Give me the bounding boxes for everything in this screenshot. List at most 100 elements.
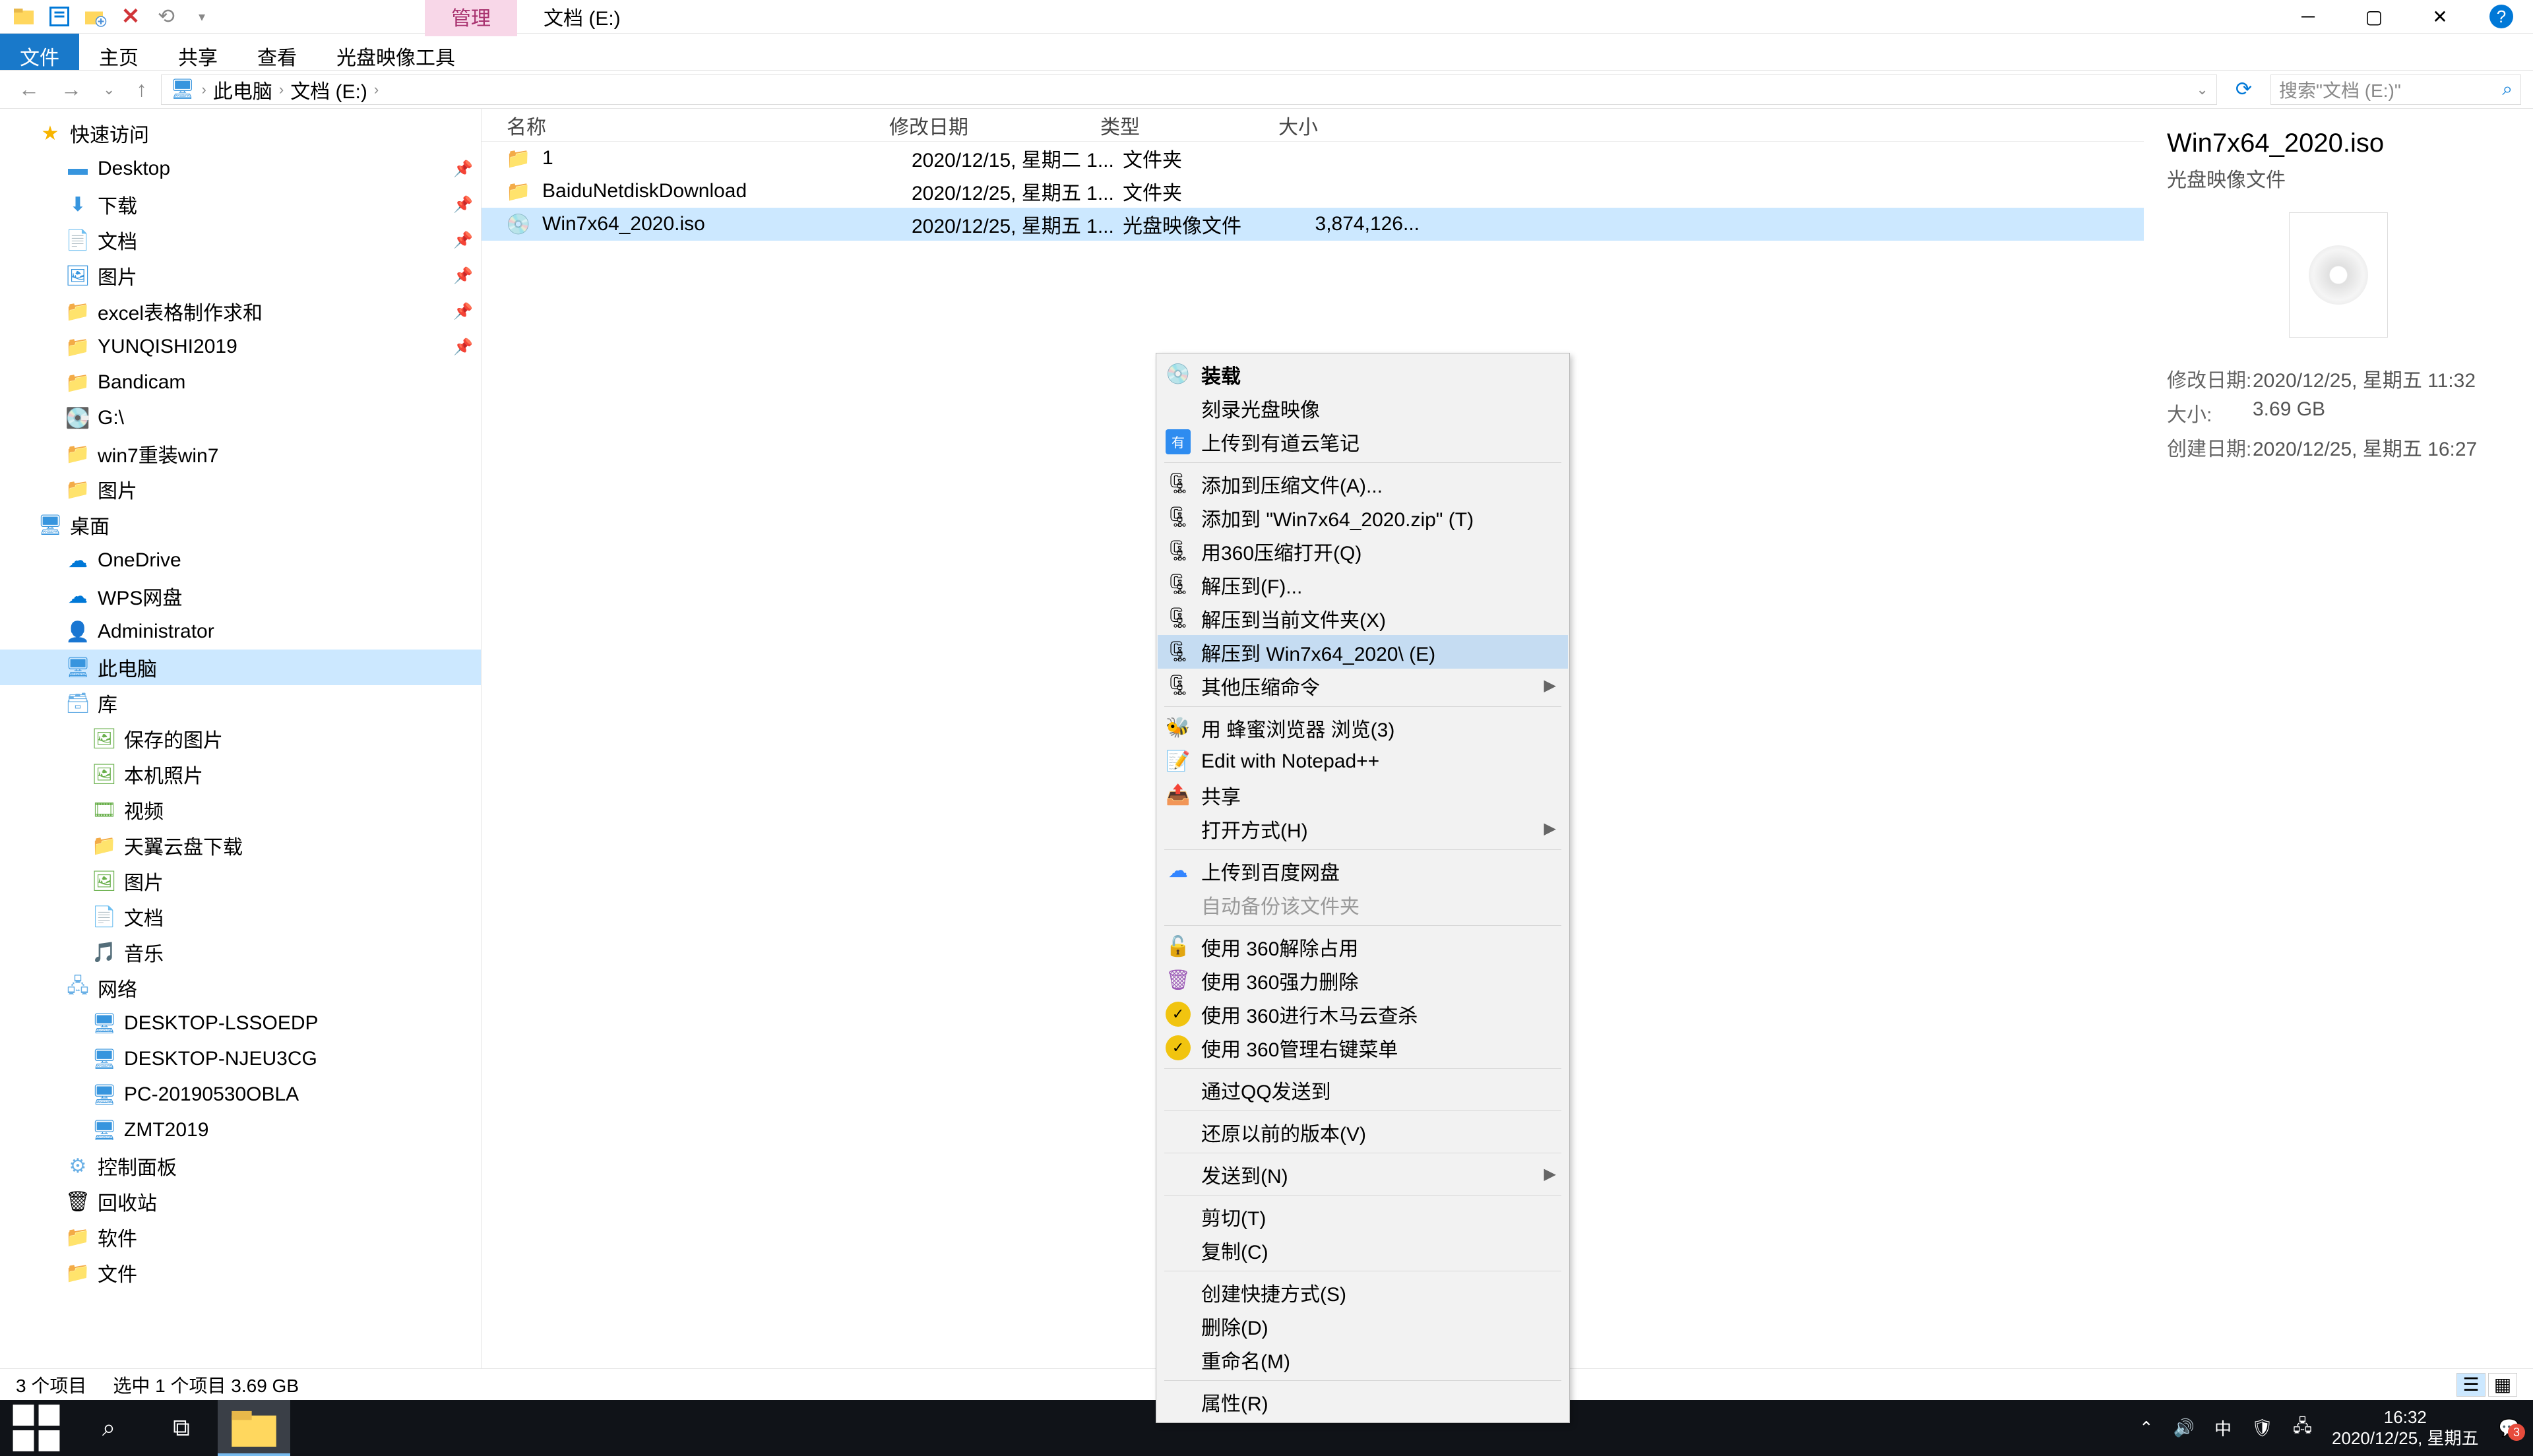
ctx-copy[interactable]: 复制(C) xyxy=(1158,1233,1568,1267)
tree-pics3[interactable]: 🖼图片 xyxy=(0,863,481,899)
ctx-360-delete[interactable]: 🗑使用 360强力删除 xyxy=(1158,963,1568,997)
ctx-burn[interactable]: 刻录光盘映像 xyxy=(1158,391,1568,425)
ribbon-tab-disc-tools[interactable]: 光盘映像工具 xyxy=(317,34,475,70)
nav-up-button[interactable]: ↑ xyxy=(129,77,153,102)
tree-desktop-root[interactable]: 🖥桌面 xyxy=(0,507,481,543)
ctx-open-with[interactable]: 打开方式(H)▶ xyxy=(1158,812,1568,845)
ctx-other-zip[interactable]: 🗜其他压缩命令▶ xyxy=(1158,669,1568,702)
tree-desktop[interactable]: ▬Desktop📌 xyxy=(0,151,481,187)
tree-network[interactable]: 🖧网络 xyxy=(0,970,481,1006)
breadcrumb-history-dropdown[interactable]: ⌄ xyxy=(2196,81,2208,98)
tree-files[interactable]: 📁文件 xyxy=(0,1255,481,1290)
tree-net-pc4[interactable]: 🖥ZMT2019 xyxy=(0,1112,481,1148)
ctx-extract-named[interactable]: 🗜解压到 Win7x64_2020\ (E) xyxy=(1158,635,1568,669)
ctx-shortcut[interactable]: 创建快捷方式(S) xyxy=(1158,1275,1568,1309)
ctx-send-to[interactable]: 发送到(N)▶ xyxy=(1158,1157,1568,1191)
tree-recycle[interactable]: 🗑回收站 xyxy=(0,1184,481,1219)
action-center-button[interactable]: 💬 xyxy=(2499,1418,2520,1438)
ctx-mount[interactable]: 💿装载 xyxy=(1158,357,1568,391)
chevron-right-icon[interactable]: › xyxy=(374,81,379,98)
nav-forward-button[interactable]: → xyxy=(54,77,88,102)
tree-admin[interactable]: 👤Administrator xyxy=(0,614,481,650)
list-item-selected[interactable]: 💿 Win7x64_2020.iso 2020/12/25, 星期五 1... … xyxy=(482,208,2144,241)
ime-button[interactable]: 中 xyxy=(2214,1416,2232,1440)
delete-icon[interactable]: ✕ xyxy=(119,5,142,28)
ctx-360-trojan[interactable]: ✓使用 360进行木马云查杀 xyxy=(1158,997,1568,1031)
tree-library[interactable]: 🗃库 xyxy=(0,685,481,721)
ribbon-tab-home[interactable]: 主页 xyxy=(79,34,158,70)
manage-tab[interactable]: 管理 xyxy=(425,0,517,36)
search-button[interactable]: ⌕ xyxy=(73,1400,145,1456)
ctx-share[interactable]: 📤共享 xyxy=(1158,778,1568,812)
ribbon-tab-file[interactable]: 文件 xyxy=(0,34,79,70)
tree-win7reinstall[interactable]: 📁win7重装win7 xyxy=(0,436,481,471)
search-input[interactable]: 搜索"文档 (E:)" ⌕ xyxy=(2270,75,2521,105)
ribbon-tab-view[interactable]: 查看 xyxy=(237,34,317,70)
ctx-delete[interactable]: 删除(D) xyxy=(1158,1309,1568,1343)
tree-pictures[interactable]: 🖼图片📌 xyxy=(0,258,481,293)
search-icon[interactable]: ⌕ xyxy=(2502,78,2513,100)
ctx-extract-here[interactable]: 🗜解压到当前文件夹(X) xyxy=(1158,601,1568,635)
ctx-notepadpp[interactable]: 📝Edit with Notepad++ xyxy=(1158,744,1568,778)
nav-back-button[interactable]: ← xyxy=(12,77,46,102)
breadcrumb-pc[interactable]: 此电脑 xyxy=(213,75,272,104)
tree-net-pc2[interactable]: 🖥DESKTOP-NJEU3CG xyxy=(0,1041,481,1077)
ctx-extract-to[interactable]: 🗜解压到(F)... xyxy=(1158,568,1568,601)
properties-icon[interactable] xyxy=(47,5,71,28)
tree-docs2[interactable]: 📄文档 xyxy=(0,899,481,934)
ctx-honey-browser[interactable]: 🐝用 蜂蜜浏览器 浏览(3) xyxy=(1158,711,1568,744)
tree-wps[interactable]: ☁WPS网盘 xyxy=(0,578,481,614)
ctx-add-archive[interactable]: 🗜添加到压缩文件(A)... xyxy=(1158,467,1568,501)
nav-recent-dropdown[interactable]: ⌄ xyxy=(96,81,121,98)
task-view-button[interactable]: ⧉ xyxy=(145,1400,218,1456)
start-button[interactable] xyxy=(0,1400,73,1456)
new-folder-icon[interactable] xyxy=(83,5,107,28)
tree-software[interactable]: 📁软件 xyxy=(0,1219,481,1255)
list-item[interactable]: 📁 BaiduNetdiskDownload 2020/12/25, 星期五 1… xyxy=(482,175,2144,208)
network-icon[interactable]: 🖧 xyxy=(2293,1414,2312,1443)
tree-music[interactable]: 🎵音乐 xyxy=(0,934,481,970)
tree-net-pc3[interactable]: 🖥PC-20190530OBLA xyxy=(0,1077,481,1112)
ctx-restore[interactable]: 还原以前的版本(V) xyxy=(1158,1115,1568,1149)
chevron-right-icon[interactable]: › xyxy=(279,81,284,98)
tree-control-panel[interactable]: ⚙控制面板 xyxy=(0,1148,481,1184)
tree-onedrive[interactable]: ☁OneDrive xyxy=(0,543,481,578)
col-type[interactable]: 类型 xyxy=(1100,111,1278,140)
breadcrumb[interactable]: 🖥 › 此电脑 › 文档 (E:) › ⌄ xyxy=(161,75,2216,105)
list-item[interactable]: 📁 1 2020/12/15, 星期二 1... 文件夹 xyxy=(482,142,2144,175)
view-details-button[interactable]: ☰ xyxy=(2456,1373,2486,1397)
tree-saved-pics[interactable]: 🖼保存的图片 xyxy=(0,721,481,756)
tree-this-pc[interactable]: 🖥此电脑 xyxy=(0,650,481,685)
breadcrumb-drive[interactable]: 文档 (E:) xyxy=(290,75,367,104)
tree-tianyi[interactable]: 📁天翼云盘下载 xyxy=(0,828,481,863)
help-button[interactable]: ? xyxy=(2489,5,2513,28)
tree-documents[interactable]: 📄文档📌 xyxy=(0,222,481,258)
tree-downloads[interactable]: ⬇下载📌 xyxy=(0,187,481,222)
tree-videos[interactable]: 🎞视频 xyxy=(0,792,481,828)
ctx-open-360zip[interactable]: 🗜用360压缩打开(Q) xyxy=(1158,534,1568,568)
minimize-button[interactable]: ─ xyxy=(2292,3,2325,30)
ribbon-tab-share[interactable]: 共享 xyxy=(158,34,237,70)
tree-pictures2[interactable]: 📁图片 xyxy=(0,471,481,507)
ctx-properties[interactable]: 属性(R) xyxy=(1158,1385,1568,1418)
tree-bandicam[interactable]: 📁Bandicam xyxy=(0,365,481,400)
ctx-rename[interactable]: 重命名(M) xyxy=(1158,1343,1568,1376)
qat-dropdown-icon[interactable]: ▾ xyxy=(190,5,214,28)
volume-icon[interactable]: 🔊 xyxy=(2173,1418,2195,1438)
ctx-upload-baidu[interactable]: ☁上传到百度网盘 xyxy=(1158,854,1568,888)
chevron-right-icon[interactable]: › xyxy=(202,81,206,98)
tray-overflow-button[interactable]: ⌃ xyxy=(2139,1418,2154,1438)
security-icon[interactable]: 🛡 xyxy=(2251,1418,2273,1438)
ctx-upload-youdao[interactable]: 有上传到有道云笔记 xyxy=(1158,425,1568,458)
col-date[interactable]: 修改日期 xyxy=(889,111,1100,140)
clock[interactable]: 16:32 2020/12/25, 星期五 xyxy=(2332,1407,2479,1448)
view-icons-button[interactable]: ▦ xyxy=(2488,1373,2517,1397)
col-size[interactable]: 大小 xyxy=(1278,111,1410,140)
explorer-taskbar-button[interactable] xyxy=(218,1400,290,1456)
maximize-button[interactable]: ▢ xyxy=(2358,3,2391,30)
tree-camera[interactable]: 🖼本机照片 xyxy=(0,756,481,792)
refresh-button[interactable]: ⟳ xyxy=(2225,78,2263,101)
tree-gdrive[interactable]: 💽G:\ xyxy=(0,400,481,436)
tree-yunqishi[interactable]: 📁YUNQISHI2019📌 xyxy=(0,329,481,365)
file-list[interactable]: 名称 修改日期 类型 大小 📁 1 2020/12/15, 星期二 1... 文… xyxy=(482,109,2144,1368)
